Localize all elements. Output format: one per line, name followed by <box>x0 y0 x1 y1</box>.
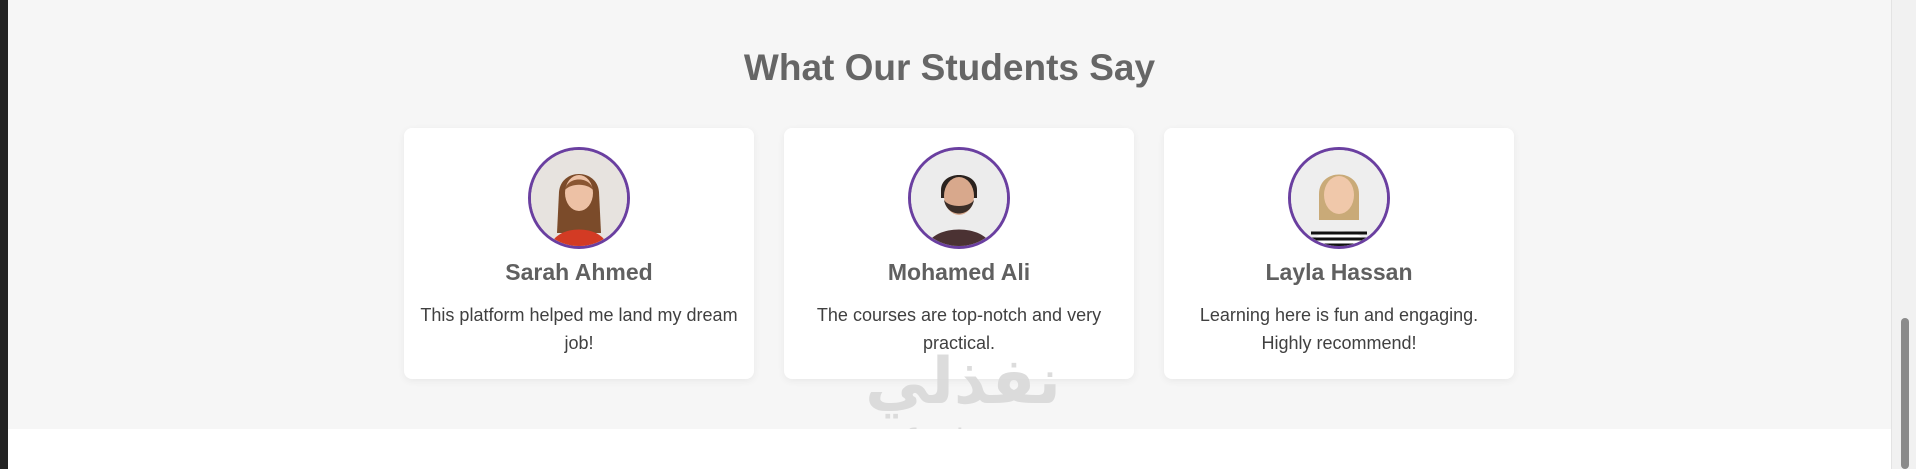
next-section <box>8 429 1891 469</box>
testimonial-card: Layla Hassan Learning here is fun and en… <box>1164 128 1514 379</box>
testimonial-quote: The courses are top-notch and very pract… <box>816 305 1102 353</box>
left-window-edge <box>0 0 8 469</box>
testimonials-section: What Our Students Say Sarah Ahmed This p <box>8 0 1891 458</box>
section-title: What Our Students Say <box>743 47 1156 88</box>
avatar <box>908 147 1010 249</box>
man-beard-avatar-icon <box>911 150 1007 246</box>
testimonial-card: Sarah Ahmed This platform helped me land… <box>404 128 754 379</box>
testimonial-quote: This platform helped me land my dream jo… <box>420 305 738 353</box>
avatar <box>1288 147 1390 249</box>
avatar <box>528 147 630 249</box>
woman-striped-top-avatar-icon <box>1291 150 1387 246</box>
vertical-scrollbar[interactable] <box>1891 0 1916 469</box>
page: What Our Students Say Sarah Ahmed This p <box>8 0 1891 469</box>
testimonial-quote: Learning here is fun and engaging. Highl… <box>1199 305 1479 353</box>
scrollbar-thumb[interactable] <box>1901 318 1909 469</box>
viewport: What Our Students Say Sarah Ahmed This p <box>0 0 1916 469</box>
woman-red-top-avatar-icon <box>531 150 627 246</box>
student-name: Layla Hassan <box>1265 259 1413 285</box>
testimonial-cards: Sarah Ahmed This platform helped me land… <box>396 128 1516 379</box>
student-name: Sarah Ahmed <box>505 259 653 285</box>
student-name: Mohamed Ali <box>887 259 1031 285</box>
testimonial-card: Mohamed Ali The courses are top-notch an… <box>784 128 1134 379</box>
